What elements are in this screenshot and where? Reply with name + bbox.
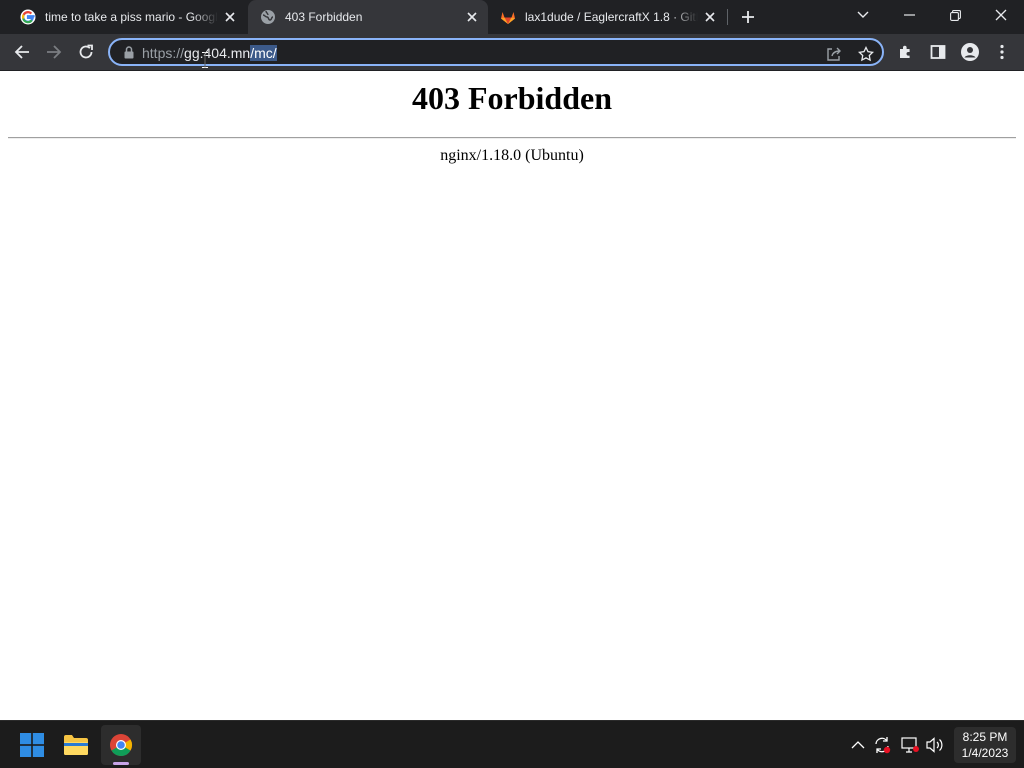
tab-strip: time to take a piss mario - Googl 403 Fo…	[0, 0, 1024, 34]
tab-403-forbidden[interactable]: 403 Forbidden	[248, 0, 488, 34]
profile-avatar-button[interactable]	[956, 38, 984, 66]
page-heading: 403 Forbidden	[411, 80, 613, 116]
sync-icon[interactable]	[872, 735, 892, 755]
new-tab-button[interactable]	[736, 5, 760, 29]
tab-gitlab[interactable]: lax1dude / EaglercraftX 1.8 · GitL	[488, 0, 726, 34]
close-tab-icon[interactable]	[218, 5, 242, 29]
server-signature: nginx/1.18.0 (Ubuntu)	[440, 147, 584, 164]
url-host: gg.404.mn	[184, 45, 251, 61]
page-content: 403 Forbidden nginx/1.18.0 (Ubuntu)	[0, 71, 1024, 720]
back-button[interactable]	[8, 38, 36, 66]
taskbar: 8:25 PM 1/4/2023	[0, 720, 1024, 768]
url-scheme: https://	[142, 45, 185, 61]
clock[interactable]: 8:25 PM 1/4/2023	[954, 727, 1016, 763]
close-tab-icon[interactable]	[460, 5, 484, 29]
reload-button[interactable]	[72, 38, 100, 66]
restore-button[interactable]	[932, 0, 978, 30]
clock-time: 8:25 PM	[962, 730, 1008, 744]
forward-button[interactable]	[40, 38, 68, 66]
start-button[interactable]	[12, 725, 52, 765]
tab-title: lax1dude / EaglercraftX 1.8 · GitL	[525, 10, 698, 24]
share-icon[interactable]	[824, 44, 844, 64]
chrome-taskbar-icon[interactable]	[101, 725, 141, 765]
volume-icon[interactable]	[925, 735, 945, 755]
gitlab-icon	[500, 9, 516, 25]
chevron-up-icon[interactable]	[848, 735, 868, 755]
close-tab-icon[interactable]	[698, 5, 722, 29]
lock-icon[interactable]	[122, 45, 136, 59]
file-explorer-icon[interactable]	[56, 725, 96, 765]
google-g-icon	[20, 9, 36, 25]
tab-separator	[727, 9, 728, 25]
side-panel-button[interactable]	[924, 38, 952, 66]
clock-date: 1/4/2023	[961, 746, 1009, 760]
browser-toolbar: https://gg.404.mn/mc/	[0, 34, 1024, 71]
bookmark-star-icon[interactable]	[856, 44, 876, 64]
tab-title: time to take a piss mario - Googl	[45, 10, 218, 24]
menu-kebab-icon[interactable]	[988, 38, 1016, 66]
tab-search-button[interactable]	[840, 0, 886, 30]
active-app-indicator	[113, 762, 129, 765]
address-bar[interactable]: https://gg.404.mn/mc/	[108, 38, 884, 66]
divider	[8, 137, 1016, 139]
text-cursor-icon	[202, 52, 208, 68]
globe-icon	[260, 9, 276, 25]
url-path-selected: /mc/	[250, 45, 277, 61]
url-text[interactable]: https://gg.404.mn/mc/	[142, 44, 277, 62]
tab-google-search[interactable]: time to take a piss mario - Googl	[8, 0, 246, 34]
minimize-button[interactable]	[886, 0, 932, 30]
extensions-button[interactable]	[892, 38, 920, 66]
tab-title: 403 Forbidden	[285, 10, 363, 24]
close-window-button[interactable]	[978, 0, 1024, 30]
network-icon[interactable]	[900, 735, 920, 755]
